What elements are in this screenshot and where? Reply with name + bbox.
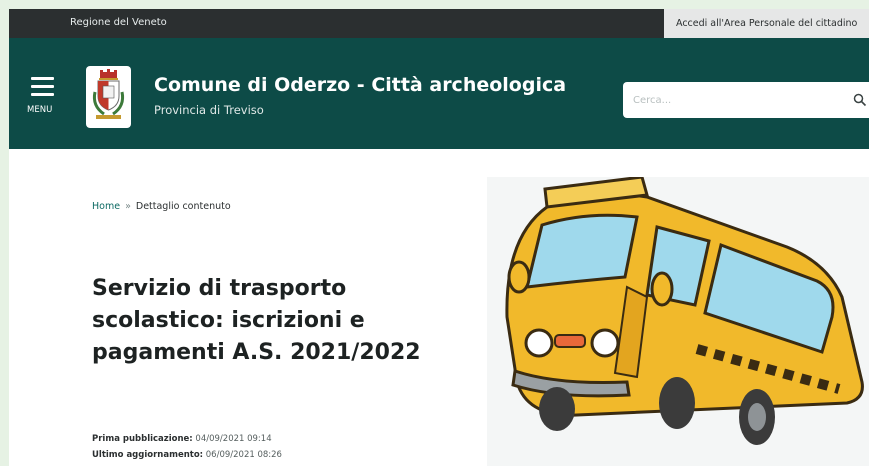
menu-button[interactable]: MENU <box>27 75 61 115</box>
last-updated: Ultimo aggiornamento: 06/09/2021 08:26 <box>92 450 282 460</box>
first-published-label: Prima pubblicazione: <box>92 434 193 444</box>
login-button[interactable]: Accedi all'Area Personale del cittadino <box>664 9 869 38</box>
first-published-value: 04/09/2021 09:14 <box>195 434 272 444</box>
site-header: MENU Comune di Oderzo - Città archeologi… <box>9 38 869 162</box>
breadcrumb-current: Dettaglio contenuto <box>135 201 231 212</box>
region-link[interactable]: Regione del Veneto <box>70 17 167 28</box>
coat-of-arms-logo[interactable] <box>86 66 131 128</box>
menu-label: MENU <box>27 105 53 115</box>
top-bar: Regione del Veneto Accedi all'Area Perso… <box>9 9 869 38</box>
breadcrumb-separator: » <box>125 201 131 212</box>
first-published: Prima pubblicazione: 04/09/2021 09:14 <box>92 434 272 444</box>
breadcrumb-home[interactable]: Home <box>92 201 120 212</box>
last-updated-value: 06/09/2021 08:26 <box>205 450 282 460</box>
page-title: Servizio di trasporto scolastico: iscriz… <box>92 276 421 365</box>
nav-item-uffici[interactable]: Uffici <box>412 149 444 162</box>
school-bus-illustration <box>487 175 869 466</box>
nav-item-amministrazione[interactable]: Amministrazione <box>281 149 385 162</box>
nav-item-mi-interessa[interactable]: Mi interessa... <box>477 149 566 162</box>
page-frame: Regione del Veneto Accedi all'Area Perso… <box>9 9 869 466</box>
search-icon[interactable] <box>853 93 867 107</box>
breadcrumb: Home » Dettaglio contenuto <box>92 201 231 212</box>
site-title[interactable]: Comune di Oderzo - Città archeologica <box>154 74 566 96</box>
search-input[interactable] <box>623 82 823 118</box>
site-subtitle: Provincia di Treviso <box>154 103 264 117</box>
search-box <box>623 82 869 118</box>
last-updated-label: Ultimo aggiornamento: <box>92 450 204 460</box>
hamburger-icon <box>31 77 54 80</box>
nav-item-segnalazioni[interactable]: Segnalazioni <box>591 149 670 162</box>
